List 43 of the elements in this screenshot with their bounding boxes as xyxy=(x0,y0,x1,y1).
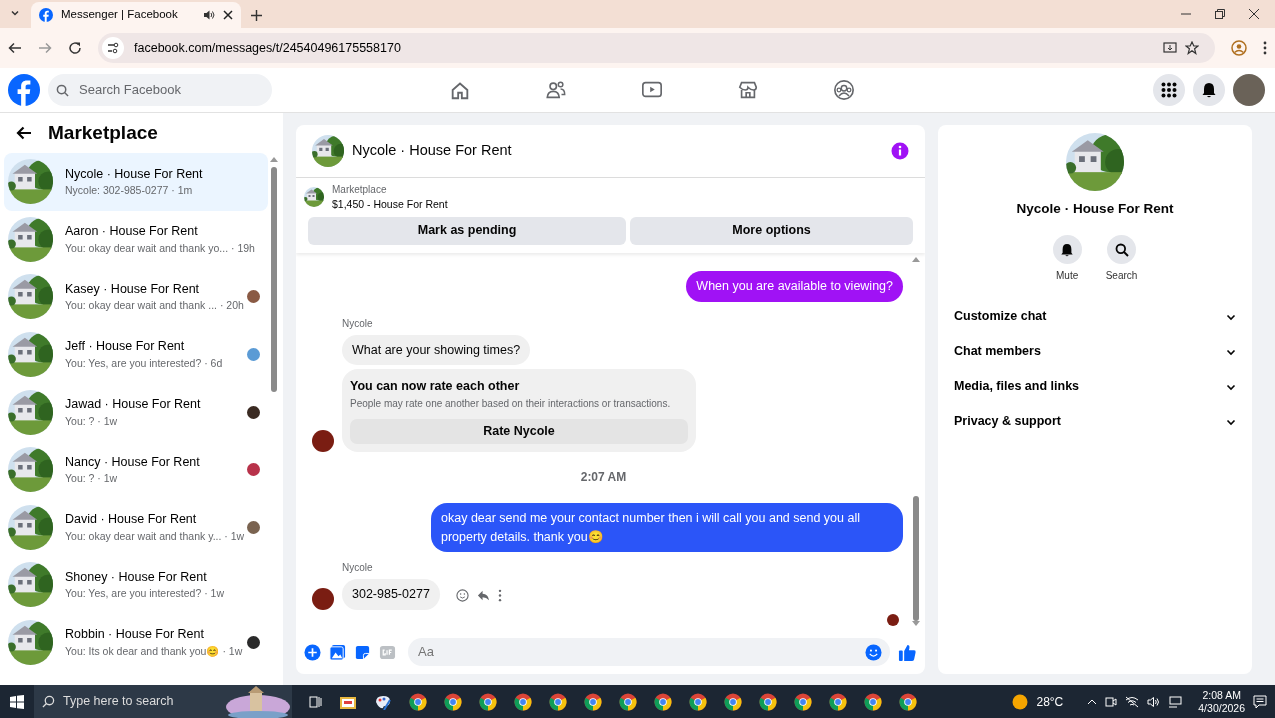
outgoing-message: When you are available to viewing? xyxy=(686,270,903,302)
conversation-item[interactable]: Jeff · House For Rent You: Yes, are you interested? · 6d xyxy=(4,325,268,384)
chat-title: Nycole · House For Rent xyxy=(352,141,512,161)
message-timestamp: 2:07 AM xyxy=(580,470,627,484)
search-bar[interactable]: Search Facebook xyxy=(48,74,272,106)
conversation-item[interactable]: Jawad · House For Rent You: ? · 1w xyxy=(4,383,268,441)
conversation-item[interactable]: Shoney · House For Rent You: Yes, are you interested? · 1w xyxy=(4,556,268,614)
conversation-item[interactable]: Robbin · House For Rent You: Its ok dear and thank you😊 · 1w xyxy=(4,613,268,672)
search-field[interactable]: Search Facebook xyxy=(77,79,247,101)
browser-tab[interactable]: Messenger | Facebook xyxy=(31,2,241,28)
listing-action-button[interactable]: Mark as pending xyxy=(308,216,627,245)
sender-name: Nycole xyxy=(342,317,373,329)
conversation-item[interactable]: Nancy · House For Rent You: ? · 1w xyxy=(4,440,268,499)
incoming-message: 302-985-0277 xyxy=(342,579,440,610)
rating-description: People may rate one another based on their interactions or transactions. xyxy=(350,397,672,411)
details-section[interactable]: Media, files and links xyxy=(946,369,1244,405)
message-field[interactable]: Aa xyxy=(416,641,865,663)
details-title: Nycole · House For Rent xyxy=(1016,200,1174,218)
rate-button[interactable]: Rate Nycole xyxy=(350,419,688,444)
details-section[interactable]: Customize chat xyxy=(946,299,1244,335)
details-section[interactable]: Chat members xyxy=(946,334,1244,370)
sidebar-title: Marketplace xyxy=(48,120,158,145)
weather-temperature[interactable]: 28°C xyxy=(1036,692,1064,711)
listing-title: $1,450 - House For Rent xyxy=(332,197,448,212)
address-bar[interactable]: facebook.com/messages/t/24540496175558170 xyxy=(98,33,1215,63)
outgoing-message: okay dear send me your contact number then i will call you and send you all property details. thank you😊 xyxy=(431,502,903,553)
conversation-item[interactable]: Nycole · House For Rent Nycole: 302-985-0277 · 1m xyxy=(4,153,268,211)
conversation-item[interactable]: Kasey · House For Rent You: okay dear wait and thank ... · 20h xyxy=(4,268,268,326)
clock-time[interactable]: 2:08 AM xyxy=(1202,688,1241,702)
listing-source: Marketplace xyxy=(332,183,388,197)
clock-date[interactable]: 4/30/2026 xyxy=(1198,701,1245,715)
action-label: Search xyxy=(1105,269,1138,284)
rating-title: You can now rate each other xyxy=(350,378,521,396)
listing-action-button[interactable]: More options xyxy=(630,216,913,245)
incoming-message: What are your showing times? xyxy=(342,334,531,366)
tab-title: Messenger | Facebook xyxy=(61,7,179,23)
message-composer[interactable]: Aa xyxy=(408,638,890,666)
taskbar-search-field[interactable]: Type here to search xyxy=(34,685,224,718)
action-label: Mute xyxy=(1056,269,1079,284)
sender-name: Nycole xyxy=(342,562,373,574)
conversation-item[interactable]: Aaron · House For Rent You: okay dear wait and thank yo... · 19h xyxy=(4,210,268,269)
conversation-item[interactable]: David · House For Rent You: okay dear wait and thank y... · 1w xyxy=(4,498,268,557)
details-section[interactable]: Privacy & support xyxy=(946,404,1244,440)
